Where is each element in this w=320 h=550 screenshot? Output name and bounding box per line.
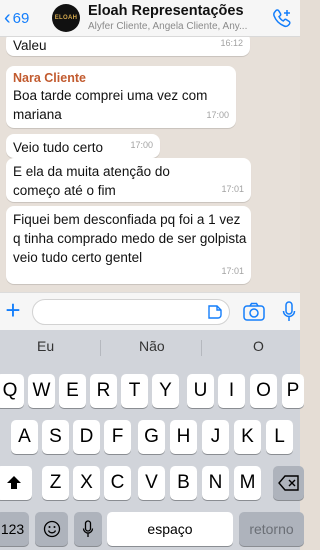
key-e[interactable]: E [59,374,86,408]
message-text: Fiquei bem desconfiada pq foi a 1 vez q … [13,212,247,265]
message-bubble[interactable]: Fiquei bem desconfiada pq foi a 1 vez q … [6,206,251,284]
suggestion-1[interactable]: Eu [37,338,54,354]
key-n[interactable]: N [202,466,229,500]
message-bubble[interactable]: Veio tudo certo 17:00 [6,134,160,158]
delete-key[interactable] [273,466,304,500]
group-participants: Alyfer Cliente, Angela Cliente, Any... [88,21,248,32]
group-title: Eloah Representações [88,3,244,19]
key-l[interactable]: L [266,420,293,454]
key-q[interactable]: Q [0,374,24,408]
message-text: Boa tarde comprei uma vez com mariana [13,88,208,122]
message-input[interactable] [32,299,230,325]
phone-plus-icon[interactable] [272,8,294,28]
key-f[interactable]: F [104,420,131,454]
suggestion-2[interactable]: Não [139,338,165,354]
group-info[interactable]: Eloah Representações Alyfer Cliente, Ang… [88,3,273,33]
suggestion-divider [100,340,101,356]
message-bubble[interactable]: Nara Cliente Boa tarde comprei uma vez c… [6,66,236,128]
key-t[interactable]: T [121,374,148,408]
message-time: 17:01 [221,266,244,276]
chevron-left-icon: ‹ [4,7,11,29]
message-time: 16:12 [220,38,243,48]
message-text: Valeu [13,38,47,53]
key-d[interactable]: D [73,420,100,454]
key-x[interactable]: X [73,466,100,500]
message-time: 17:00 [206,110,229,120]
camera-icon[interactable] [242,302,266,322]
key-y[interactable]: Y [152,374,179,408]
message-list[interactable]: Valeu 16:12 Nara Cliente Boa tarde compr… [0,36,300,292]
message-bubble[interactable]: Valeu 16:12 [6,36,250,56]
chat-header: ‹ 69 ELOAH Eloah Representações Alyfer C… [0,0,300,37]
shift-icon [7,476,21,489]
numbers-key[interactable]: 123 [0,512,29,546]
unread-count: 69 [12,9,30,27]
key-p[interactable]: P [282,374,304,408]
emoji-key[interactable] [35,512,68,546]
microphone-icon[interactable] [282,301,296,323]
key-z[interactable]: Z [42,466,69,500]
key-m[interactable]: M [234,466,261,500]
message-composer: + [0,292,300,331]
back-button[interactable]: ‹ 69 [0,8,50,28]
sticker-icon[interactable] [206,303,224,321]
shift-key[interactable] [0,466,32,500]
space-key[interactable]: espaço [107,512,233,546]
return-key[interactable]: retorno [239,512,304,546]
emoji-icon [43,520,60,538]
key-h[interactable]: H [170,420,197,454]
key-i[interactable]: I [218,374,245,408]
key-b[interactable]: B [170,466,197,500]
message-time: 17:01 [221,184,244,194]
suggestion-3[interactable]: O [253,338,264,354]
key-c[interactable]: C [104,466,131,500]
avatar-logo-text: ELOAH [54,15,78,21]
dictation-microphone-icon [82,520,94,537]
key-v[interactable]: V [138,466,165,500]
backspace-icon [277,475,299,491]
message-text: Veio tudo certo [13,140,104,155]
dictation-key[interactable] [74,512,102,546]
plus-icon[interactable]: + [2,297,24,323]
keyboard: Eu Não O Q W E R T Y U I O P A S D F G H… [0,330,304,550]
key-k[interactable]: K [234,420,261,454]
key-g[interactable]: G [138,420,165,454]
message-text: E ela da muita atenção do começo até o f… [13,164,170,198]
sender-name[interactable]: Nara Cliente [13,70,229,86]
message-bubble[interactable]: E ela da muita atenção do começo até o f… [6,158,251,202]
key-s[interactable]: S [42,420,69,454]
message-time: 17:00 [130,140,153,150]
key-o[interactable]: O [250,374,277,408]
group-avatar[interactable]: ELOAH [52,4,80,32]
key-u[interactable]: U [187,374,214,408]
key-w[interactable]: W [28,374,55,408]
key-j[interactable]: J [202,420,229,454]
key-r[interactable]: R [90,374,117,408]
suggestion-divider [201,340,202,356]
key-a[interactable]: A [11,420,38,454]
